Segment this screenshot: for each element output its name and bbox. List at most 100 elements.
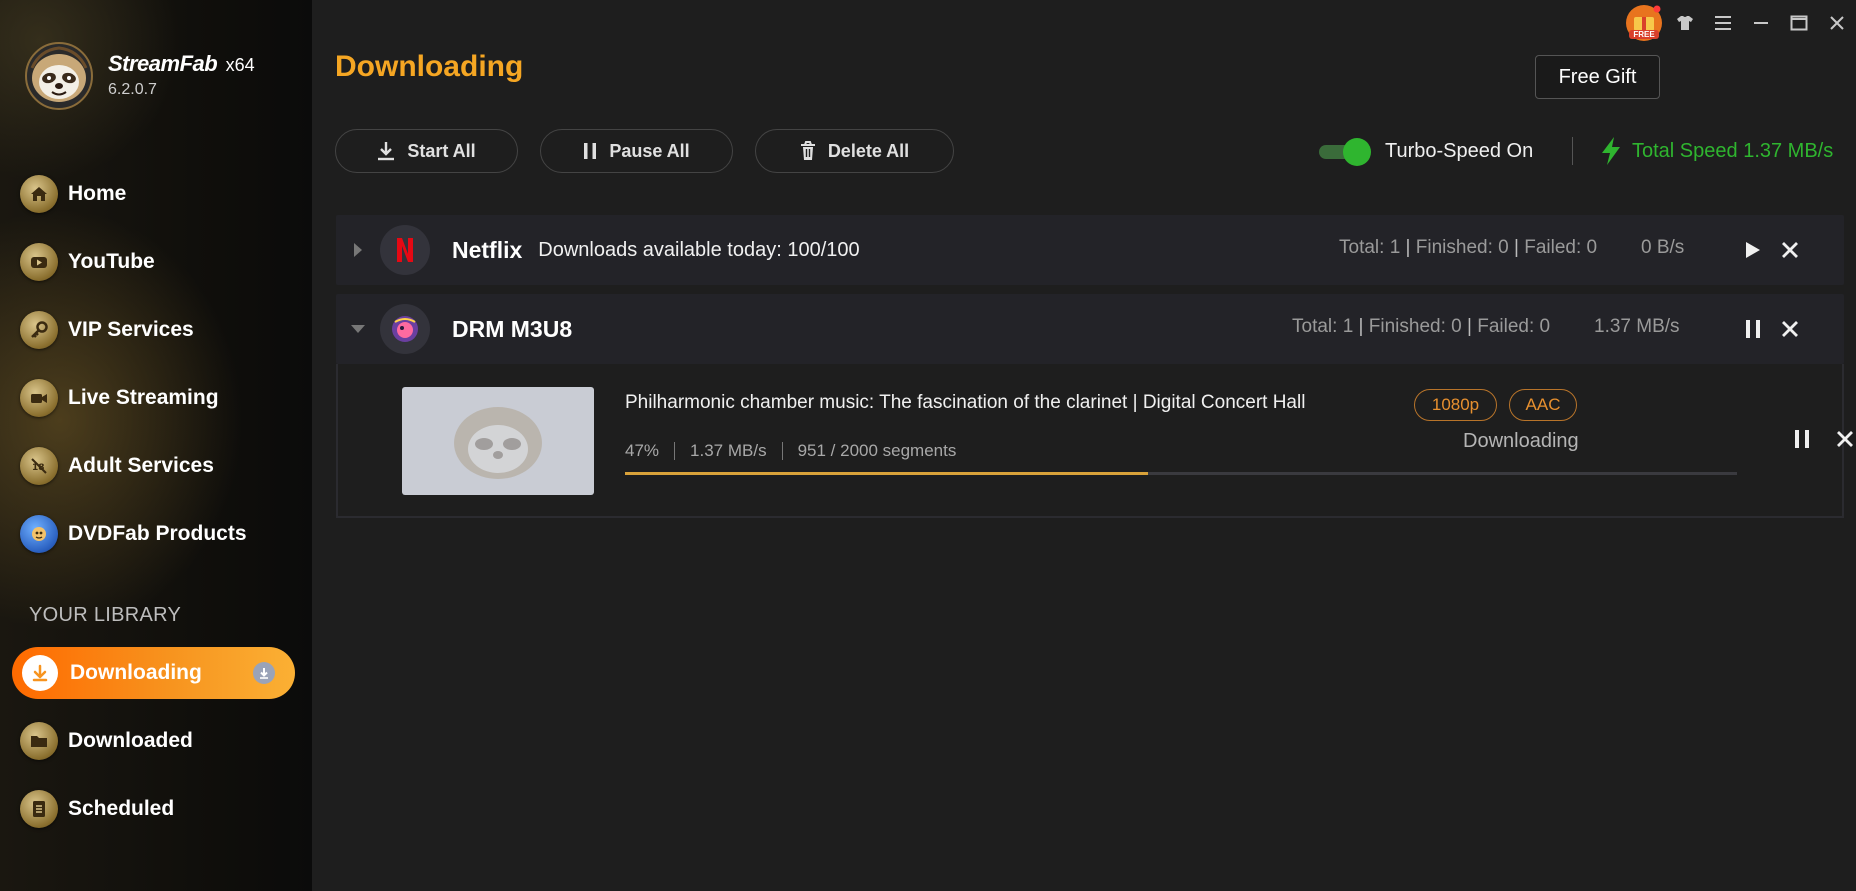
group-rate: 0 B/s (1641, 237, 1685, 258)
sidebar-item-adult-services[interactable]: 18 Adult Services (20, 444, 214, 488)
brand-title-line: StreamFab x64 (108, 51, 255, 77)
minimize-icon[interactable] (1742, 6, 1780, 40)
sidebar-item-label: YouTube (68, 250, 155, 273)
group-name: DRM M3U8 (452, 315, 573, 342)
sidebar-item-label: Downloaded (68, 729, 193, 752)
brand-text: StreamFab x64 6.2.0.7 (108, 51, 255, 99)
menu-icon[interactable] (1704, 6, 1742, 40)
download-status-badge-icon (253, 662, 275, 684)
task-meta: 47% 1.37 MB/s 951 / 2000 segments (625, 441, 956, 461)
home-icon (20, 175, 58, 213)
stat-total: Total: 1 (1292, 316, 1354, 337)
sidebar-item-label: Adult Services (68, 454, 214, 477)
dvdfab-icon (20, 515, 58, 553)
toolbar-divider (1572, 137, 1573, 165)
sidebar-item-downloaded[interactable]: Downloaded (20, 719, 193, 763)
download-group-drm-m3u8[interactable]: DRM M3U8 Total: 1 | Finished: 0 | Failed… (336, 294, 1844, 364)
turbo-speed: Turbo-Speed On (1317, 133, 1533, 169)
close-icon[interactable] (1774, 234, 1806, 266)
toggle-knob (1343, 138, 1371, 166)
free-gift-button[interactable]: Free Gift (1535, 55, 1660, 99)
sidebar-item-label: DVDFab Products (68, 522, 247, 545)
close-icon[interactable] (1774, 313, 1806, 345)
stat-failed: Failed: 0 (1524, 237, 1598, 258)
turbo-speed-label: Turbo-Speed On (1385, 139, 1534, 162)
adult-icon: 18 (20, 447, 58, 485)
sidebar-item-label: Scheduled (68, 797, 175, 820)
group-stats: Total: 1 | Finished: 0 | Failed: 0 (1292, 316, 1550, 338)
sidebar-item-downloading[interactable]: Downloading (12, 647, 295, 699)
meta-separator (674, 442, 676, 460)
stat-total: Total: 1 (1339, 237, 1401, 258)
pause-icon[interactable] (1786, 423, 1818, 455)
youtube-icon (20, 243, 58, 281)
task-progress-fill (625, 472, 1148, 475)
group-stats: Total: 1 | Finished: 0 | Failed: 0 (1339, 237, 1597, 259)
expand-caret-icon[interactable] (336, 242, 380, 258)
task-percent: 47% (625, 441, 660, 460)
group-name: Netflix (452, 236, 523, 263)
total-speed-label: Total Speed 1.37 MB/s (1632, 139, 1834, 162)
stat-finished: Finished: 0 (1415, 237, 1509, 258)
pause-icon (584, 143, 597, 159)
sidebar-item-vip-services[interactable]: VIP Services (20, 308, 194, 352)
sidebar-item-dvdfab-products[interactable]: DVDFab Products (20, 512, 247, 556)
folder-icon (20, 722, 58, 760)
download-task-row[interactable]: Philharmonic chamber music: The fascinat… (336, 364, 1853, 518)
camera-icon (20, 379, 58, 417)
audio-tag: AAC (1509, 389, 1577, 421)
skin-icon[interactable] (1666, 6, 1704, 40)
task-progress-bar (625, 472, 1737, 475)
stat-failed: Failed: 0 (1477, 316, 1551, 337)
library-section-label: YOUR LIBRARY (29, 604, 182, 626)
stat-separator: | (1514, 237, 1525, 258)
trash-icon (800, 141, 815, 160)
collapse-caret-icon[interactable] (336, 324, 380, 334)
turbo-speed-toggle[interactable] (1317, 137, 1371, 166)
key-icon (20, 311, 58, 349)
meta-separator (781, 442, 783, 460)
pause-all-label: Pause All (609, 140, 690, 161)
download-group-netflix[interactable]: Netflix Downloads available today: 100/1… (336, 215, 1844, 285)
sidebar: StreamFab x64 6.2.0.7 Home YouTube VIP S… (0, 0, 312, 891)
pause-icon[interactable] (1737, 313, 1769, 345)
lightning-icon (1602, 137, 1620, 165)
netflix-icon (380, 225, 430, 275)
play-icon[interactable] (1737, 234, 1769, 266)
brand: StreamFab x64 6.2.0.7 (22, 38, 255, 112)
sidebar-item-scheduled[interactable]: Scheduled (20, 787, 174, 831)
video-thumbnail (402, 387, 594, 495)
sidebar-item-label: Live Streaming (68, 386, 219, 409)
sidebar-item-youtube[interactable]: YouTube (20, 240, 155, 284)
maximize-icon[interactable] (1780, 6, 1818, 40)
sidebar-item-live-streaming[interactable]: Live Streaming (20, 376, 219, 420)
gift-badge-text: FREE (1633, 30, 1655, 39)
task-speed: 1.37 MB/s (690, 441, 767, 460)
sidebar-item-label: VIP Services (68, 318, 194, 341)
app-version: 6.2.0.7 (108, 81, 157, 98)
start-all-label: Start All (407, 140, 476, 161)
app-name: StreamFab (108, 51, 218, 76)
window-controls: FREE (1624, 3, 1856, 43)
close-icon[interactable] (1818, 6, 1856, 40)
pause-all-button[interactable]: Pause All (540, 129, 733, 173)
task-title: Philharmonic chamber music: The fascinat… (625, 392, 1306, 413)
total-speed: Total Speed 1.37 MB/s (1600, 133, 1833, 169)
group-availability: Downloads available today: 100/100 (538, 238, 860, 261)
stat-separator: | (1405, 237, 1416, 258)
download-icon (22, 655, 58, 691)
main-panel: Downloading FREE Free Gift Start All Pau… (312, 0, 1856, 891)
task-status: Downloading (1463, 430, 1579, 452)
group-rate: 1.37 MB/s (1594, 316, 1680, 337)
drm-m3u8-icon (380, 304, 430, 354)
free-gift-icon[interactable]: FREE (1624, 3, 1664, 43)
sidebar-item-label: Home (68, 182, 127, 205)
close-icon[interactable] (1829, 423, 1856, 455)
sidebar-item-label: Downloading (70, 661, 202, 684)
page-title: Downloading (335, 50, 524, 83)
start-all-button[interactable]: Start All (335, 129, 518, 173)
delete-all-button[interactable]: Delete All (755, 129, 954, 173)
stat-separator: | (1358, 316, 1369, 337)
sidebar-item-home[interactable]: Home (20, 172, 126, 216)
app-arch: x64 (225, 55, 255, 75)
